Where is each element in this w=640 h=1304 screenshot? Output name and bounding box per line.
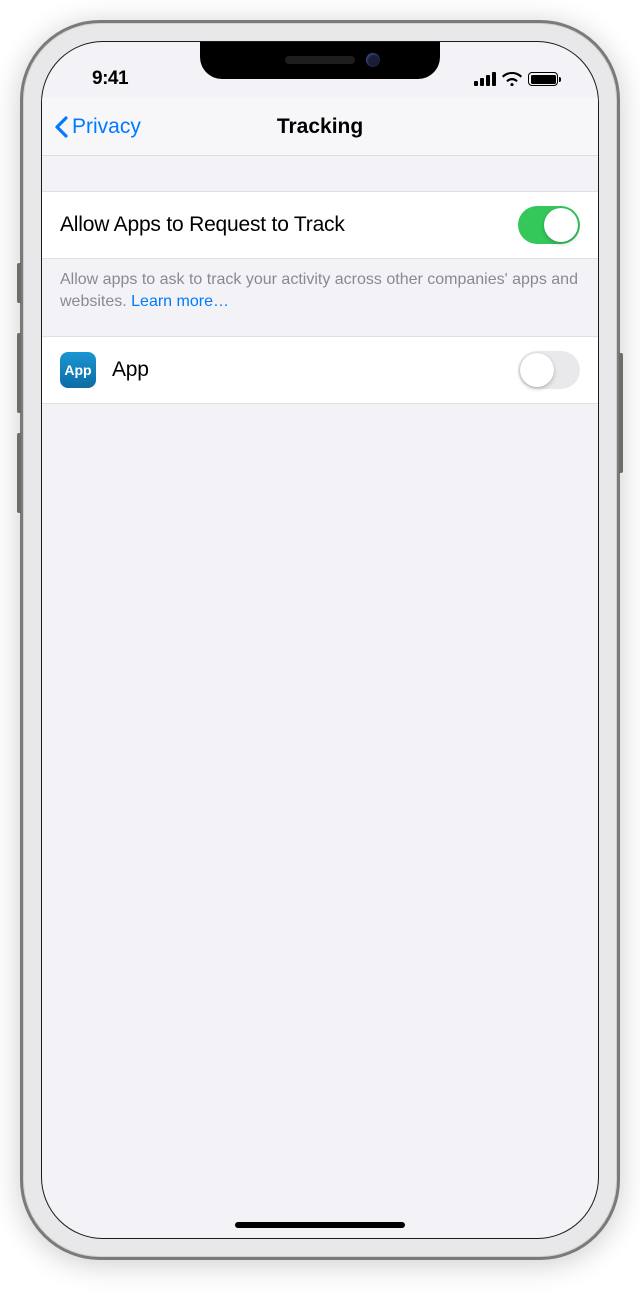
screen: 9:41 Privacy Tracking — [41, 41, 599, 1239]
navigation-bar: Privacy Tracking — [42, 98, 598, 156]
app-icon: App — [60, 352, 96, 388]
app-tracking-row: App App — [42, 336, 598, 404]
notch — [200, 41, 440, 79]
allow-tracking-row: Allow Apps to Request to Track — [42, 191, 598, 259]
status-time: 9:41 — [92, 68, 128, 89]
allow-tracking-label: Allow Apps to Request to Track — [60, 213, 518, 237]
app-tracking-toggle[interactable] — [518, 351, 580, 389]
wifi-icon — [502, 72, 522, 86]
allow-tracking-toggle[interactable] — [518, 206, 580, 244]
settings-content: Allow Apps to Request to Track Allow app… — [42, 156, 598, 404]
tracking-footer-text: Allow apps to ask to track your activity… — [42, 259, 598, 336]
cellular-signal-icon — [474, 72, 496, 86]
app-name-label: App — [112, 358, 518, 382]
learn-more-link[interactable]: Learn more… — [131, 293, 229, 310]
device-frame: 9:41 Privacy Tracking — [20, 20, 620, 1260]
chevron-left-icon — [54, 116, 70, 138]
home-indicator[interactable] — [235, 1222, 405, 1228]
back-button[interactable]: Privacy — [54, 115, 141, 139]
battery-icon — [528, 72, 558, 86]
front-camera — [366, 53, 380, 67]
speaker-grille — [285, 56, 355, 64]
back-button-label: Privacy — [72, 115, 141, 139]
